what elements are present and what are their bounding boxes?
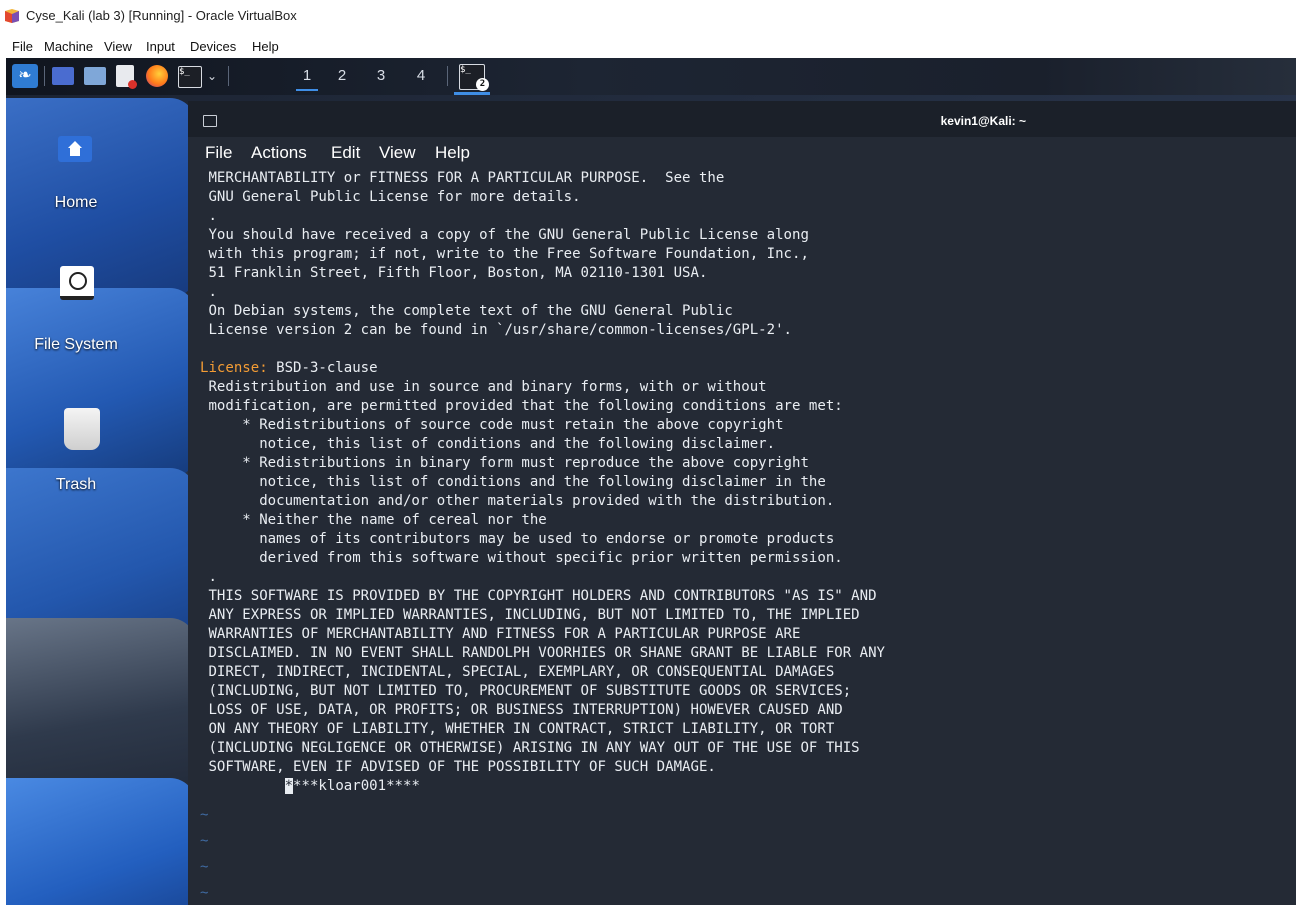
terminal-line: Redistribution and use in source and bin… — [200, 379, 767, 395]
license-key: License: — [200, 360, 268, 376]
kali-menu-icon[interactable]: ❧ — [12, 64, 38, 88]
terminal-menu-view[interactable]: View — [379, 143, 416, 163]
terminal-task-icon[interactable]: $_ 2 — [459, 64, 489, 91]
terminal-line: names of its contributors may be used to… — [200, 531, 835, 547]
terminal-glyph: $_ — [460, 65, 471, 75]
virtualbox-logo-icon — [5, 9, 19, 23]
terminal-line: LOSS OF USE, DATA, OR PROFITS; OR BUSINE… — [200, 702, 843, 718]
menu-input[interactable]: Input — [146, 39, 175, 54]
menu-file[interactable]: File — [12, 39, 33, 54]
terminal-window[interactable]: kevin1@Kali: ~ File Actions Edit View He… — [188, 101, 1296, 905]
show-desktop-icon[interactable] — [52, 67, 74, 85]
task-count-badge: 2 — [476, 78, 489, 91]
cursor-indent — [200, 778, 285, 794]
terminal-icon — [203, 115, 217, 127]
active-task-indicator — [454, 92, 490, 95]
terminal-line: SOFTWARE, EVEN IF ADVISED OF THE POSSIBI… — [200, 759, 716, 775]
desktop-icon-label: Trash — [55, 476, 97, 493]
terminal-line: (INCLUDING NEGLIGENCE OR OTHERWISE) ARIS… — [200, 740, 860, 756]
home-icon — [58, 136, 92, 162]
cursor-line-text: ***kloar001**** — [293, 778, 420, 794]
terminal-line: documentation and/or other materials pro… — [200, 493, 835, 509]
workspace-1[interactable]: 1 — [296, 67, 318, 91]
terminal-menubar: File Actions Edit View Help — [188, 137, 1296, 167]
trash-icon — [64, 408, 100, 450]
terminal-line: derived from this software without speci… — [200, 550, 843, 566]
terminal-line: 51 Franklin Street, Fifth Floor, Boston,… — [200, 265, 708, 281]
file-manager-icon[interactable] — [84, 67, 106, 85]
workspace-4[interactable]: 4 — [410, 67, 432, 89]
terminal-line: . — [200, 569, 217, 585]
terminal-menu-file[interactable]: File — [205, 143, 232, 163]
cursor-line: ****kloar001**** — [200, 777, 420, 796]
terminal-line: WARRANTIES OF MERCHANTABILITY AND FITNES… — [200, 626, 801, 642]
terminal-line: with this program; if not, write to the … — [200, 246, 809, 262]
terminal-line: . — [200, 284, 217, 300]
terminal-line: * Redistributions in binary form must re… — [200, 455, 809, 471]
terminal-line: License version 2 can be found in `/usr/… — [200, 322, 792, 338]
terminal-line: DIRECT, INDIRECT, INCIDENTAL, SPECIAL, E… — [200, 664, 835, 680]
terminal-line: modification, are permitted provided tha… — [200, 398, 843, 414]
guest-display[interactable]: ❧ $_ ⌄ 1 2 3 4 $_ 2 Home File System Tra… — [6, 58, 1296, 905]
terminal-line: notice, this list of conditions and the … — [200, 474, 826, 490]
terminal-glyph: $_ — [179, 67, 190, 77]
empty-line-tilde: ~ — [200, 859, 209, 875]
window-title: Cyse_Kali (lab 3) [Running] - Oracle Vir… — [26, 8, 297, 23]
drive-icon — [60, 266, 94, 300]
text-cursor: * — [284, 778, 294, 794]
terminal-line: GNU General Public License for more deta… — [200, 189, 581, 205]
terminal-title: kevin1@Kali: ~ — [940, 114, 1026, 128]
terminal-line: DISCLAIMED. IN NO EVENT SHALL RANDOLPH V… — [200, 645, 886, 661]
terminal-menu-help[interactable]: Help — [435, 143, 470, 163]
workspace-3[interactable]: 3 — [370, 67, 392, 89]
chevron-down-icon[interactable]: ⌄ — [204, 66, 220, 90]
vbox-menubar: File Machine View Input Devices Help — [0, 36, 1296, 58]
firefox-icon[interactable] — [146, 65, 168, 87]
license-value: BSD-3-clause — [267, 360, 378, 376]
wallpaper-key — [6, 778, 196, 905]
text-editor-icon[interactable] — [116, 65, 137, 89]
terminal-line: On Debian systems, the complete text of … — [200, 303, 733, 319]
terminal-launcher-icon[interactable]: $_ — [178, 66, 202, 88]
workspace-2[interactable]: 2 — [331, 67, 353, 89]
desktop-icon-label: File System — [34, 336, 118, 353]
terminal-line: THIS SOFTWARE IS PROVIDED BY THE COPYRIG… — [200, 588, 877, 604]
empty-line-tilde: ~ — [200, 885, 209, 901]
terminal-line: . — [200, 208, 217, 224]
terminal-line: ANY EXPRESS OR IMPLIED WARRANTIES, INCLU… — [200, 607, 860, 623]
panel-separator — [228, 66, 229, 86]
terminal-menu-actions[interactable]: Actions — [251, 143, 307, 163]
menu-devices[interactable]: Devices — [190, 39, 236, 54]
terminal-line: MERCHANTABILITY or FITNESS FOR A PARTICU… — [200, 170, 725, 186]
menu-help[interactable]: Help — [252, 39, 279, 54]
terminal-line: ON ANY THEORY OF LIABILITY, WHETHER IN C… — [200, 721, 835, 737]
panel-separator — [447, 66, 448, 86]
menu-machine[interactable]: Machine — [44, 39, 93, 54]
terminal-line: * Neither the name of cereal nor the — [200, 512, 547, 528]
terminal-line: * Redistributions of source code must re… — [200, 417, 784, 433]
panel-separator — [44, 66, 45, 86]
vbox-titlebar: Cyse_Kali (lab 3) [Running] - Oracle Vir… — [0, 0, 1296, 36]
terminal-line: You should have received a copy of the G… — [200, 227, 809, 243]
empty-line-tilde: ~ — [200, 833, 209, 849]
kali-panel: ❧ $_ ⌄ 1 2 3 4 $_ 2 — [6, 58, 1296, 95]
license-line: License: BSD-3-clause — [200, 359, 378, 378]
terminal-output[interactable]: MERCHANTABILITY or FITNESS FOR A PARTICU… — [200, 169, 1296, 905]
menu-view[interactable]: View — [104, 39, 132, 54]
terminal-titlebar[interactable]: kevin1@Kali: ~ — [188, 101, 1296, 137]
desktop-icon-label: Home — [54, 194, 98, 211]
wallpaper-key — [6, 288, 196, 478]
empty-line-tilde: ~ — [200, 807, 209, 823]
terminal-menu-edit[interactable]: Edit — [331, 143, 360, 163]
terminal-line: notice, this list of conditions and the … — [200, 436, 776, 452]
terminal-line: (INCLUDING, BUT NOT LIMITED TO, PROCUREM… — [200, 683, 852, 699]
